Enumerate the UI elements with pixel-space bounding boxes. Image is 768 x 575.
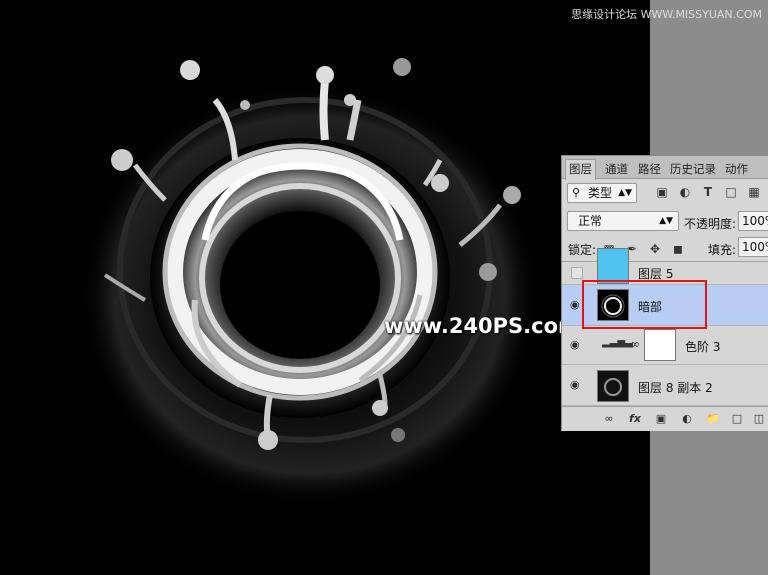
lock-move-icon[interactable]: ✥ — [648, 242, 662, 256]
layer-thumbnail — [597, 248, 629, 284]
visibility-toggle[interactable] — [571, 267, 583, 279]
fill-label: 填充: — [708, 243, 737, 257]
blend-mode-label: 正常 — [578, 214, 603, 228]
blend-row: 正常 ▲▼ 不透明度: 100% — [562, 208, 768, 232]
mask-icon[interactable]: ▣ — [654, 412, 668, 426]
panel-bottom-bar: ∞ fx ▣ ◐ 📁 □ ◫ — [562, 406, 768, 431]
adjustment-icon[interactable]: ◐ — [678, 185, 692, 199]
lock-all-icon[interactable]: ◼ — [671, 242, 685, 256]
lock-label: 锁定: — [568, 243, 597, 257]
tab-layers[interactable]: 图层 — [565, 159, 596, 180]
image-icon[interactable]: ▣ — [655, 185, 669, 199]
smart-object-icon[interactable]: ▦ — [747, 185, 761, 199]
levels-icon: ▂▃▅▃ — [602, 337, 633, 348]
trash-icon[interactable]: ◫ — [752, 412, 766, 426]
watermark-240ps: www.240PS.com — [384, 314, 580, 338]
opacity-label: 不透明度: — [684, 217, 737, 231]
panel-tabs: 图层 通道 路径 历史记录 动作 — [562, 156, 768, 180]
tab-channels[interactable]: 通道 — [605, 160, 628, 178]
group-icon[interactable]: 📁 — [706, 412, 720, 426]
layer-name: 图层 8 副本 2 — [638, 381, 713, 395]
highlight-box — [582, 280, 707, 329]
layer-row[interactable]: ◉ 图层 8 副本 2 — [562, 365, 768, 406]
layer-row[interactable]: ◉ ▂▃▅▃ ∞ 色阶 3 — [562, 326, 768, 365]
new-adjustment-icon[interactable]: ◐ — [680, 412, 694, 426]
eye-icon[interactable]: ◉ — [570, 379, 584, 391]
splash-thumbnail-icon — [604, 378, 622, 396]
lock-row: 锁定: ▩ ✒ ✥ ◼ 填充: 100% — [562, 236, 768, 260]
blend-mode-select[interactable]: 正常 ▲▼ — [567, 211, 679, 231]
eye-icon[interactable]: ◉ — [570, 339, 584, 351]
layer-thumbnail — [597, 370, 629, 402]
watermark-missyuan: 思缘设计论坛 WWW.MISSYUAN.COM — [571, 8, 762, 21]
link-icon[interactable]: ∞ — [602, 412, 616, 426]
opacity-input[interactable]: 100% — [738, 211, 768, 231]
chain-link-icon: ∞ — [630, 337, 640, 351]
tab-paths[interactable]: 路径 — [638, 160, 661, 178]
new-layer-icon[interactable]: □ — [730, 412, 744, 426]
filter-row: ⚲ 类型 ▲▼ ▣ ◐ T □ ▦ — [562, 180, 768, 204]
filter-kind-select[interactable]: ⚲ 类型 ▲▼ — [567, 183, 637, 203]
filter-kind-label: 类型 — [588, 186, 613, 200]
layer-name: 色阶 3 — [685, 340, 721, 354]
chevron-updown-icon: ▲▼ — [618, 188, 632, 198]
water-splash-image — [80, 58, 540, 505]
fill-input[interactable]: 100% — [738, 237, 768, 257]
tab-history[interactable]: 历史记录 — [670, 160, 716, 178]
type-icon[interactable]: T — [701, 185, 715, 199]
fx-icon[interactable]: fx — [628, 412, 642, 426]
tab-actions[interactable]: 动作 — [725, 160, 748, 178]
chevron-updown-icon: ▲▼ — [659, 216, 673, 226]
search-icon: ⚲ — [572, 186, 581, 199]
document-canvas[interactable]: www.240PS.com — [0, 0, 650, 575]
mask-thumbnail — [644, 329, 676, 361]
shape-icon[interactable]: □ — [724, 185, 738, 199]
